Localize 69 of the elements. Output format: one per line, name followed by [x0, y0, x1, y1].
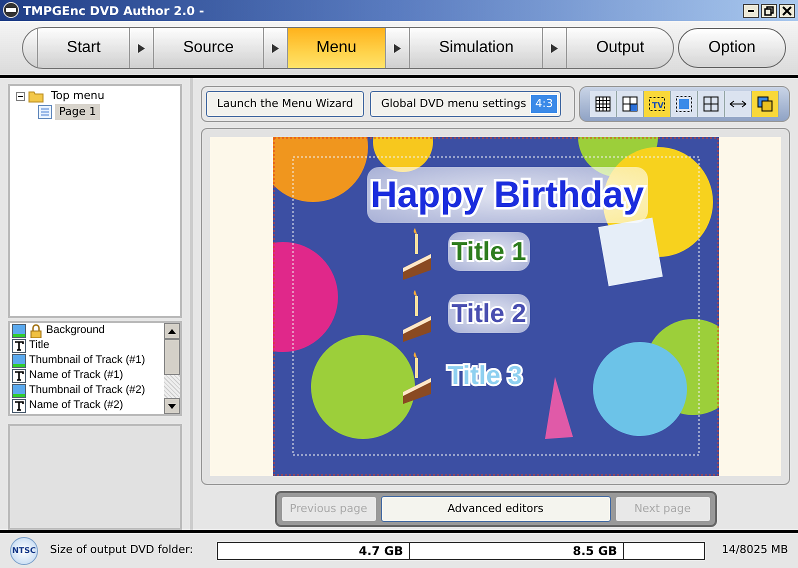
tree-item[interactable]: Top menu	[47, 88, 108, 104]
up-arrow-icon	[168, 328, 176, 334]
scroll-down-button[interactable]	[164, 398, 180, 414]
arrow-icon	[394, 44, 402, 52]
collapse-icon[interactable]	[16, 92, 25, 100]
overlap-icon	[756, 95, 774, 113]
restore-button[interactable]	[761, 4, 777, 18]
step-tab[interactable]: Menu	[286, 28, 386, 68]
ntsc-badge: NTSC	[10, 536, 38, 564]
tv-safe-area-icon: TV	[648, 95, 666, 113]
layer-item[interactable]: Title	[29, 337, 50, 354]
quarter-icon	[621, 95, 639, 113]
close-button[interactable]	[779, 4, 795, 18]
dvd-settings-button[interactable]: Global DVD menu settings 4:3	[370, 91, 561, 117]
step-tab[interactable]: Simulation	[409, 28, 542, 68]
overlap-tool[interactable]	[752, 91, 779, 117]
arrow-icon	[551, 44, 558, 52]
page-icon	[38, 105, 52, 119]
down-arrow-icon	[168, 404, 176, 408]
scroll-up-button[interactable]	[164, 323, 180, 339]
menu-item-text[interactable]: Title 2	[448, 294, 530, 333]
size-mark-text: 4.7 GB	[218, 542, 410, 558]
text-layer-icon	[12, 338, 26, 352]
cake-icon	[400, 228, 432, 280]
grid-tool[interactable]	[590, 91, 617, 117]
crosshair-grid-tool[interactable]	[698, 91, 725, 117]
window-title: TMPGEnc DVD Author 2.0 -	[23, 2, 204, 20]
quarter-tool[interactable]	[617, 91, 644, 117]
text-layer-icon	[12, 398, 26, 412]
cake-icon	[400, 352, 432, 404]
menu-item-text[interactable]: Title 1	[448, 232, 530, 271]
layer-item[interactable]: Background	[46, 323, 105, 339]
layer-item[interactable]: Thumbnail of Track (#1)	[29, 352, 146, 369]
step-tab[interactable]: Output	[566, 28, 673, 68]
menu-item-text[interactable]: Title 3	[448, 356, 522, 395]
layer-item[interactable]: Name of Track (#2)	[29, 397, 124, 414]
step-tab[interactable]: Source	[153, 28, 263, 68]
arrow-icon	[272, 44, 279, 52]
option-button[interactable]: Option	[678, 28, 786, 68]
close-icon	[781, 4, 793, 16]
menu-wizard-button[interactable]: Launch the Menu Wizard	[206, 91, 364, 117]
tv-safe-area-tool[interactable]: TV	[644, 91, 671, 117]
app-icon	[3, 2, 19, 18]
minimize-icon	[748, 10, 754, 12]
status-label: Size of output DVD folder:	[50, 542, 194, 558]
grid-icon	[594, 95, 612, 113]
image-layer-icon	[12, 354, 26, 368]
layer-item[interactable]: Thumbnail of Track (#2)	[29, 382, 146, 399]
aspect-ratio-badge: 4:3	[530, 94, 558, 114]
image-layer-icon	[12, 324, 26, 338]
layer-item[interactable]: Name of Track (#1)	[29, 367, 124, 384]
cake-icon	[400, 290, 432, 342]
tree-item[interactable]: Page 1	[55, 104, 100, 120]
crosshair-grid-icon	[702, 95, 720, 113]
size-mark-text: 8.5 GB	[410, 542, 624, 558]
usage-text: 14/8025 MB	[722, 542, 788, 558]
double-arrow-tool[interactable]	[725, 91, 752, 117]
arrow-icon	[138, 44, 146, 52]
minimize-button[interactable]	[743, 4, 759, 18]
frame-tool[interactable]	[671, 91, 698, 117]
folder-icon	[28, 89, 44, 103]
restore-icon	[763, 4, 775, 16]
step-tab[interactable]: Start	[37, 28, 130, 68]
menu-title-text: Happy Birthday	[366, 167, 648, 222]
page-button[interactable]: Advanced editors	[380, 496, 610, 522]
frame-icon	[675, 95, 693, 113]
image-layer-icon	[12, 384, 26, 398]
scroll-thumb[interactable]	[164, 339, 180, 375]
text-layer-icon	[12, 368, 26, 382]
